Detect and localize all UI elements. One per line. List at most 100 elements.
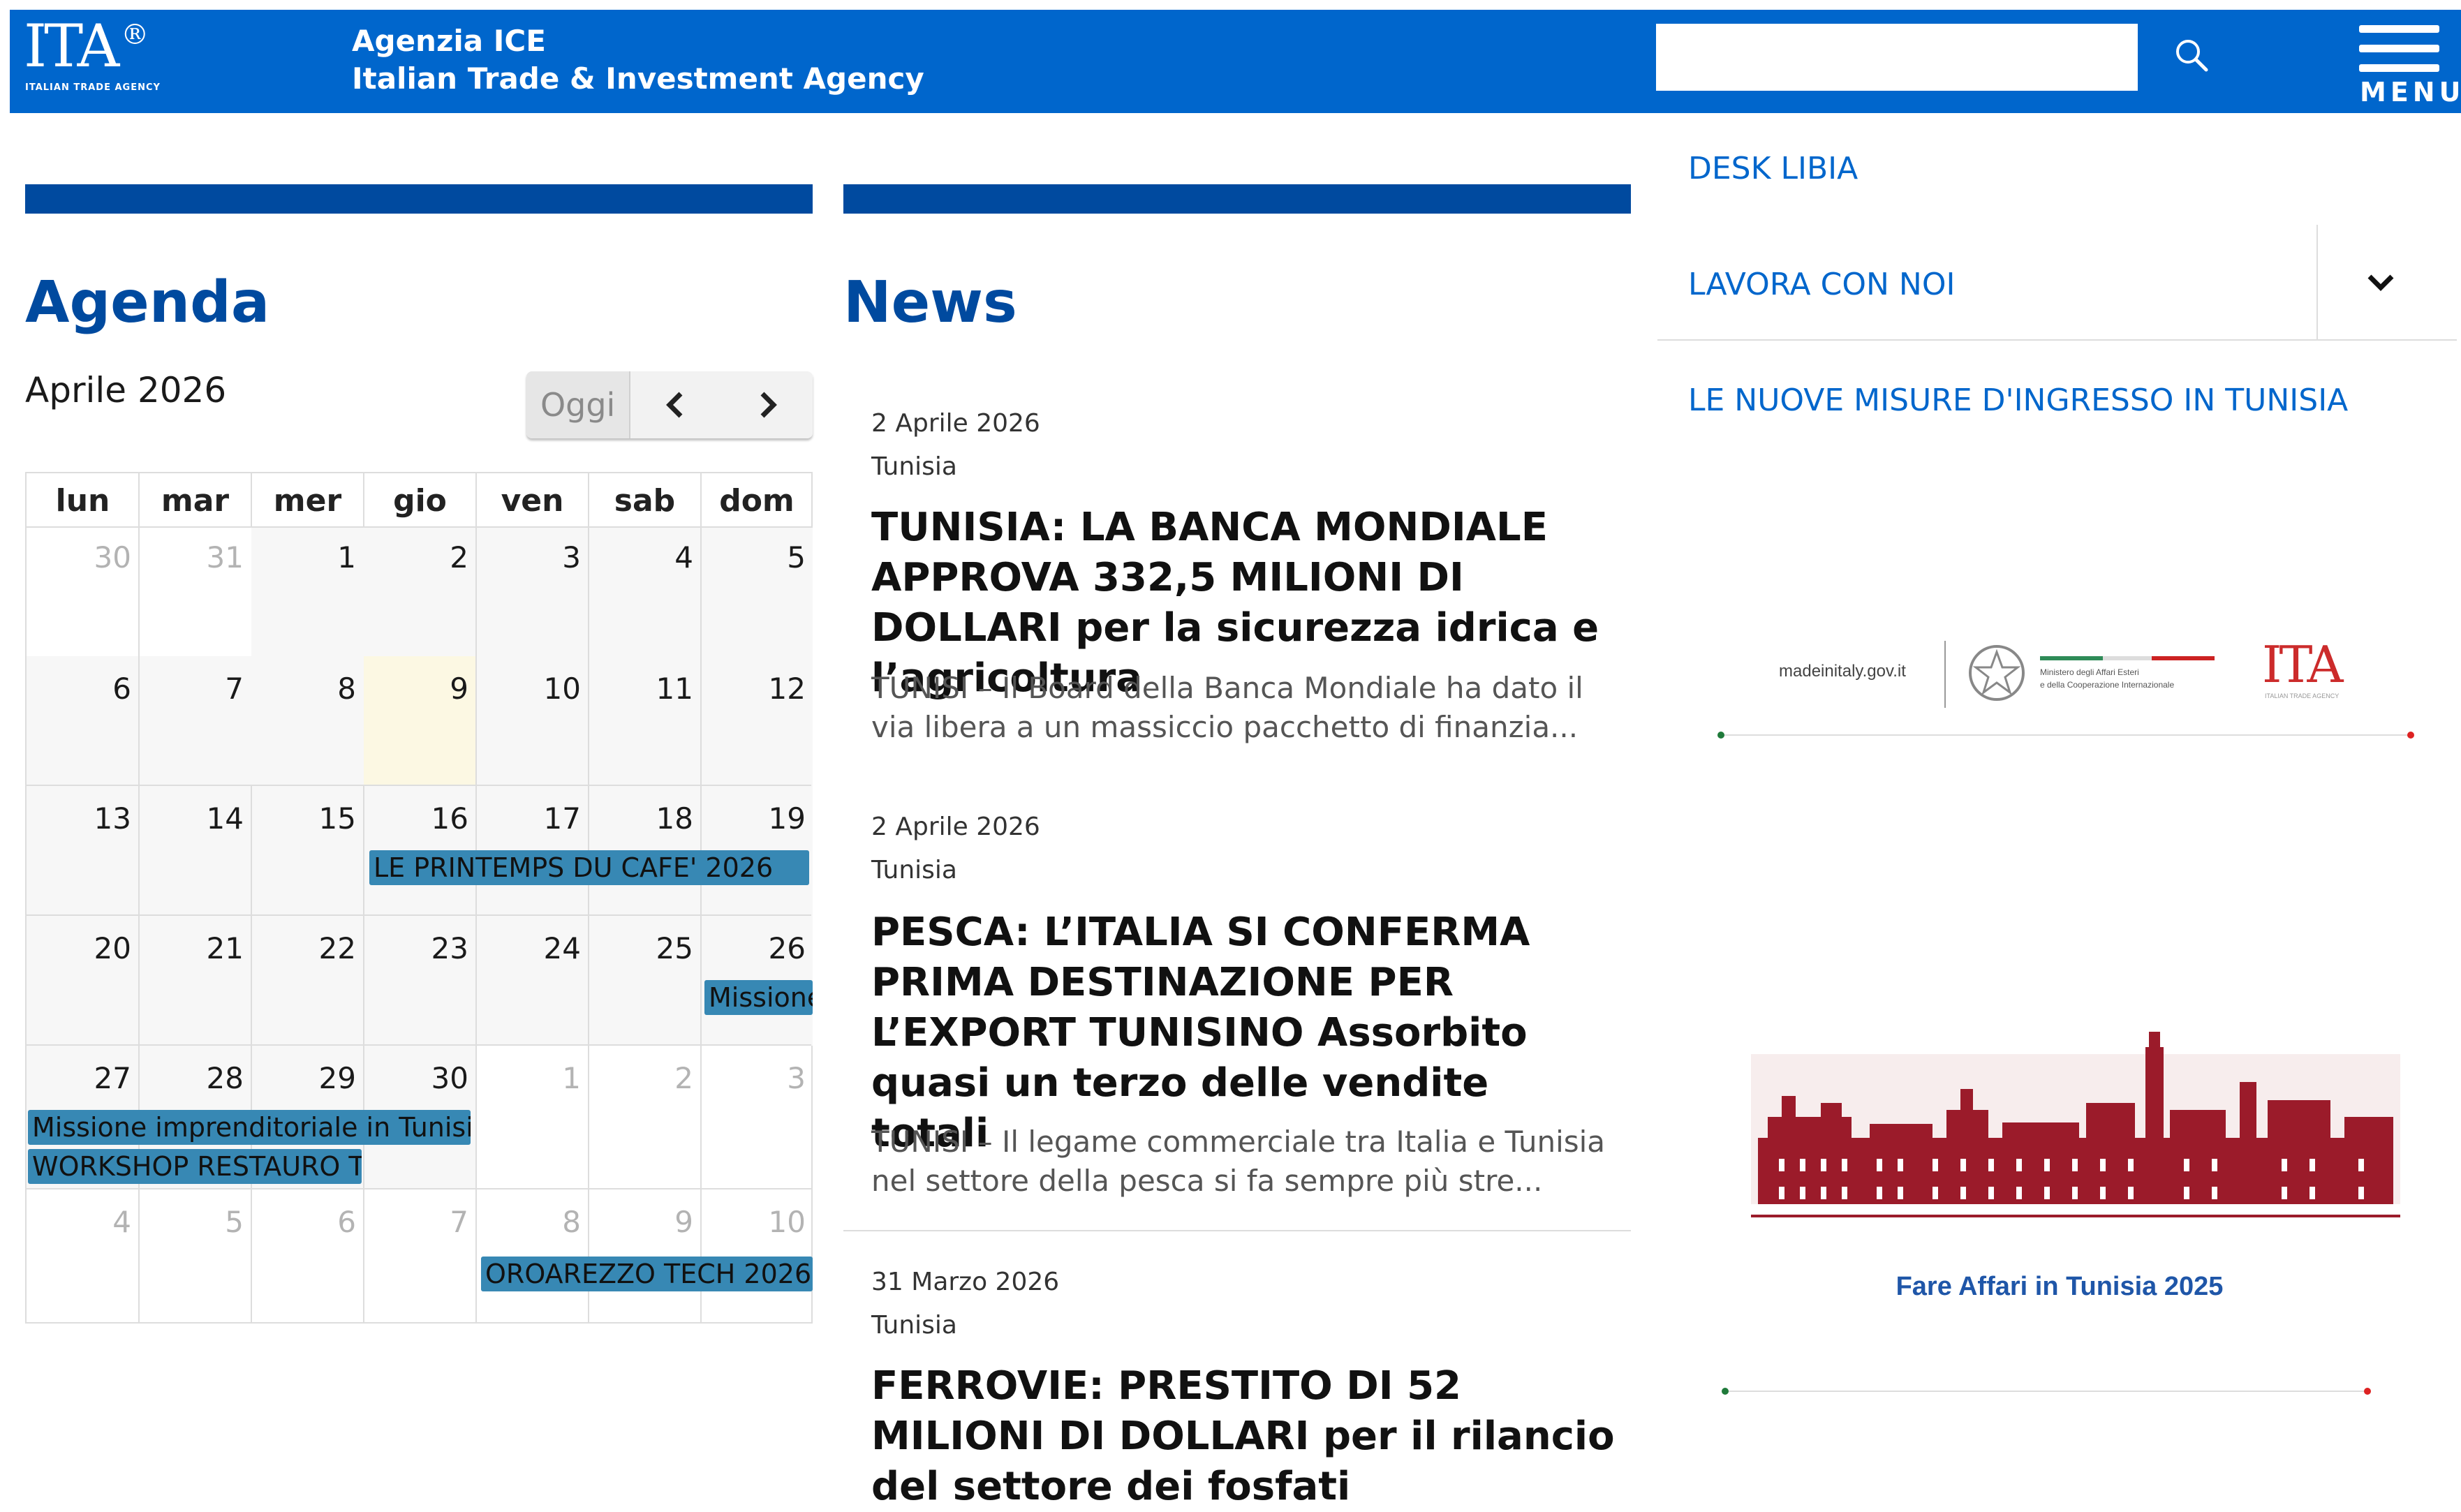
day-number[interactable]: 23	[364, 931, 468, 965]
day-number[interactable]: 14	[139, 801, 244, 836]
news-separator	[843, 1230, 1631, 1231]
day-number[interactable]: 10	[701, 1205, 806, 1239]
day-number[interactable]: 6	[27, 672, 131, 706]
day-number[interactable]: 27	[27, 1061, 131, 1095]
fare-affari-caption[interactable]: Fare Affari in Tunisia 2025	[1745, 1272, 2374, 1302]
news-category[interactable]: Tunisia	[871, 1311, 957, 1340]
news-date: 2 Aprile 2026	[871, 409, 1040, 438]
agenda-title: Agenda	[25, 269, 270, 336]
search-icon[interactable]	[2171, 35, 2213, 77]
day-number[interactable]: 10	[476, 672, 581, 706]
weekday-header: dom	[719, 482, 795, 519]
day-number[interactable]: 22	[251, 931, 356, 965]
news-category[interactable]: Tunisia	[871, 856, 957, 884]
menu-link-misure-ingresso[interactable]: LE NUOVE MISURE D'INGRESSO IN TUNISIA	[1688, 383, 2348, 418]
day-number[interactable]: 4	[27, 1205, 131, 1239]
news-date: 2 Aprile 2026	[871, 813, 1040, 841]
chevron-left-icon	[666, 392, 683, 418]
weekday-header: lun	[55, 482, 110, 519]
day-number[interactable]: 7	[364, 1205, 468, 1239]
day-number[interactable]: 31	[139, 540, 244, 575]
ita-logo-subtext: ITALIAN TRADE AGENCY	[25, 82, 161, 93]
day-number-today[interactable]: 9	[364, 672, 468, 706]
day-number[interactable]: 7	[139, 672, 244, 706]
menu-button[interactable]: MENU	[2350, 10, 2460, 113]
day-number[interactable]: 18	[589, 801, 693, 836]
day-number[interactable]: 19	[701, 801, 806, 836]
weekday-header: mer	[273, 482, 342, 519]
day-number[interactable]: 2	[364, 540, 468, 575]
menu-link-lavora-con-noi[interactable]: LAVORA CON NOI	[1688, 267, 1955, 302]
news-excerpt: TUNISI – Il Board della Banca Mondiale h…	[871, 671, 1583, 744]
news-category[interactable]: Tunisia	[871, 452, 957, 481]
menu-label: MENU	[2360, 77, 2461, 108]
day-number[interactable]: 30	[27, 540, 131, 575]
day-number[interactable]: 2	[589, 1061, 693, 1095]
day-number[interactable]: 15	[251, 801, 356, 836]
ita-logo-small: ITA	[2262, 635, 2344, 694]
italian-emblem-icon	[1969, 645, 2025, 701]
ministry-name-line2: e della Cooperazione Internazionale	[2040, 680, 2175, 690]
day-number[interactable]: 25	[589, 931, 693, 965]
day-number[interactable]: 12	[701, 672, 806, 706]
fare-affari-tunisia-banner[interactable]	[1751, 1005, 2400, 1222]
menu-divider	[2316, 225, 2318, 341]
chevron-right-icon	[760, 392, 777, 418]
search-input[interactable]	[1656, 24, 2138, 91]
day-number[interactable]: 17	[476, 801, 581, 836]
day-number[interactable]: 8	[476, 1205, 581, 1239]
calendar-grid: lun mar mer gio ven sab dom 30 31 1 2 3 …	[25, 472, 813, 1324]
news-title: News	[843, 269, 1017, 336]
day-number[interactable]: 29	[251, 1061, 356, 1095]
ministry-name: Ministero degli Affari Esteri	[2040, 667, 2139, 677]
day-number[interactable]: 24	[476, 931, 581, 965]
prev-month-button[interactable]	[630, 371, 722, 438]
next-month-button[interactable]	[721, 371, 813, 438]
ita-logo[interactable]: ITA ®	[24, 17, 149, 75]
day-number[interactable]: 5	[139, 1205, 244, 1239]
news-date: 31 Marzo 2026	[871, 1268, 1060, 1296]
banner-separator	[1724, 1391, 2368, 1392]
ita-logo-small-subtext: ITALIAN TRADE AGENCY	[2265, 692, 2340, 699]
weekday-header: mar	[161, 482, 230, 519]
calendar-event[interactable]: Missione imprenditoriale in Tunisia - ..…	[704, 980, 813, 1015]
day-number[interactable]: 20	[27, 931, 131, 965]
weekday-header: gio	[393, 482, 447, 519]
day-number[interactable]: 5	[701, 540, 806, 575]
day-number[interactable]: 9	[589, 1205, 693, 1239]
day-number[interactable]: 11	[589, 672, 693, 706]
day-number[interactable]: 4	[589, 540, 693, 575]
day-number[interactable]: 28	[139, 1061, 244, 1095]
day-number[interactable]: 1	[476, 1061, 581, 1095]
day-number[interactable]: 3	[476, 540, 581, 575]
agency-fullname: Italian Trade & Investment Agency	[352, 61, 924, 96]
banner-separator	[1722, 734, 2411, 736]
calendar-nav: Oggi	[526, 371, 813, 438]
news-headline[interactable]: PESCA: L’ITALIA SI CONFERMA PRIMA DESTIN…	[871, 907, 1618, 1159]
day-number[interactable]: 21	[139, 931, 244, 965]
day-number[interactable]: 1	[251, 540, 356, 575]
today-button[interactable]: Oggi	[526, 371, 631, 438]
news-headline[interactable]: FERROVIE: PRESTITO DI 52 MILIONI DI DOLL…	[871, 1361, 1618, 1512]
day-number[interactable]: 30	[364, 1061, 468, 1095]
calendar-event[interactable]: LE PRINTEMPS DU CAFE' 2026	[369, 850, 809, 885]
menu-separator	[1657, 339, 2457, 341]
agenda-section-bar	[25, 184, 813, 214]
day-number[interactable]: 8	[251, 672, 356, 706]
chevron-down-icon[interactable]	[2360, 265, 2402, 300]
day-number[interactable]: 16	[364, 801, 468, 836]
weekday-header: ven	[501, 482, 564, 519]
calendar-event[interactable]: Missione imprenditoriale in Tunisia -	[28, 1110, 471, 1145]
calendar-event[interactable]: WORKSHOP RESTAURO TU	[28, 1149, 362, 1184]
calendar-event[interactable]: OROAREZZO TECH 2026	[481, 1257, 813, 1291]
madeinitaly-banner[interactable]: madeinitaly.gov.it Ministero degli Affar…	[1717, 614, 2416, 740]
day-number[interactable]: 13	[27, 801, 131, 836]
day-number[interactable]: 3	[701, 1061, 806, 1095]
madeinitaly-site: madeinitaly.gov.it	[1779, 662, 1906, 681]
menu-link-desk-libia[interactable]: DESK LIBIA	[1688, 151, 1858, 186]
day-number[interactable]: 26	[701, 931, 806, 965]
calendar-month: Aprile 2026	[25, 370, 227, 410]
weekday-header: sab	[614, 482, 676, 519]
agency-name: Agenzia ICE	[352, 24, 546, 58]
day-number[interactable]: 6	[251, 1205, 356, 1239]
